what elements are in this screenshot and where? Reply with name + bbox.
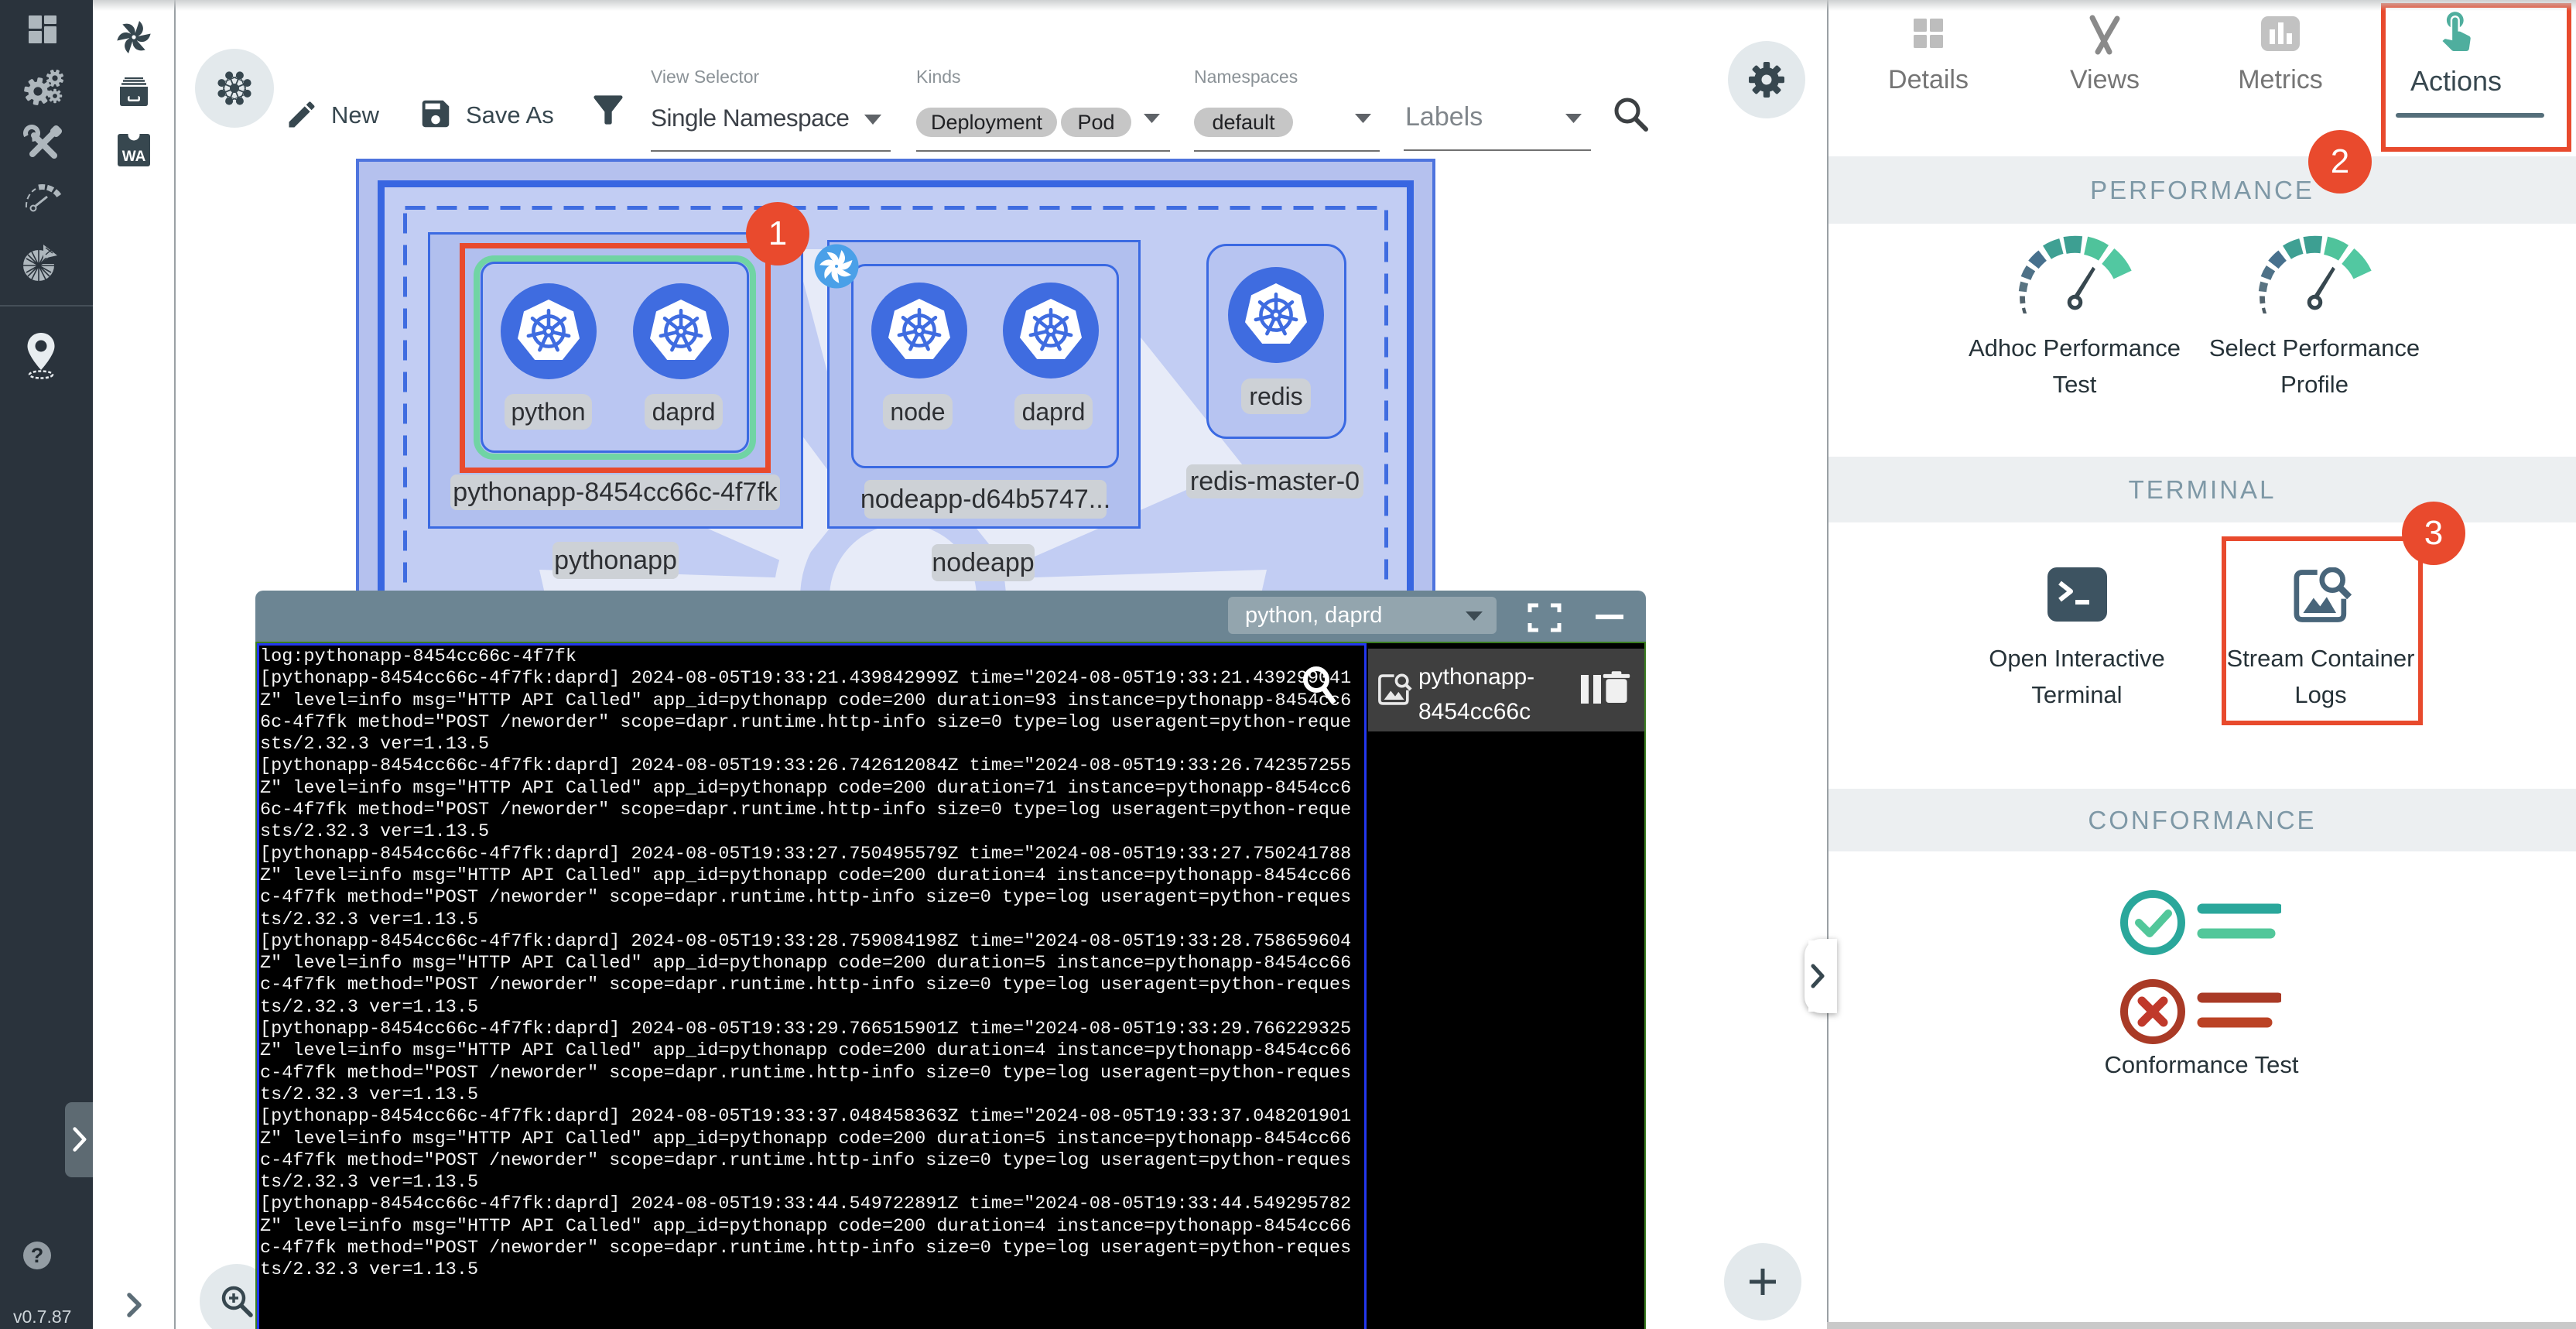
svg-text:WA: WA [122,149,146,165]
